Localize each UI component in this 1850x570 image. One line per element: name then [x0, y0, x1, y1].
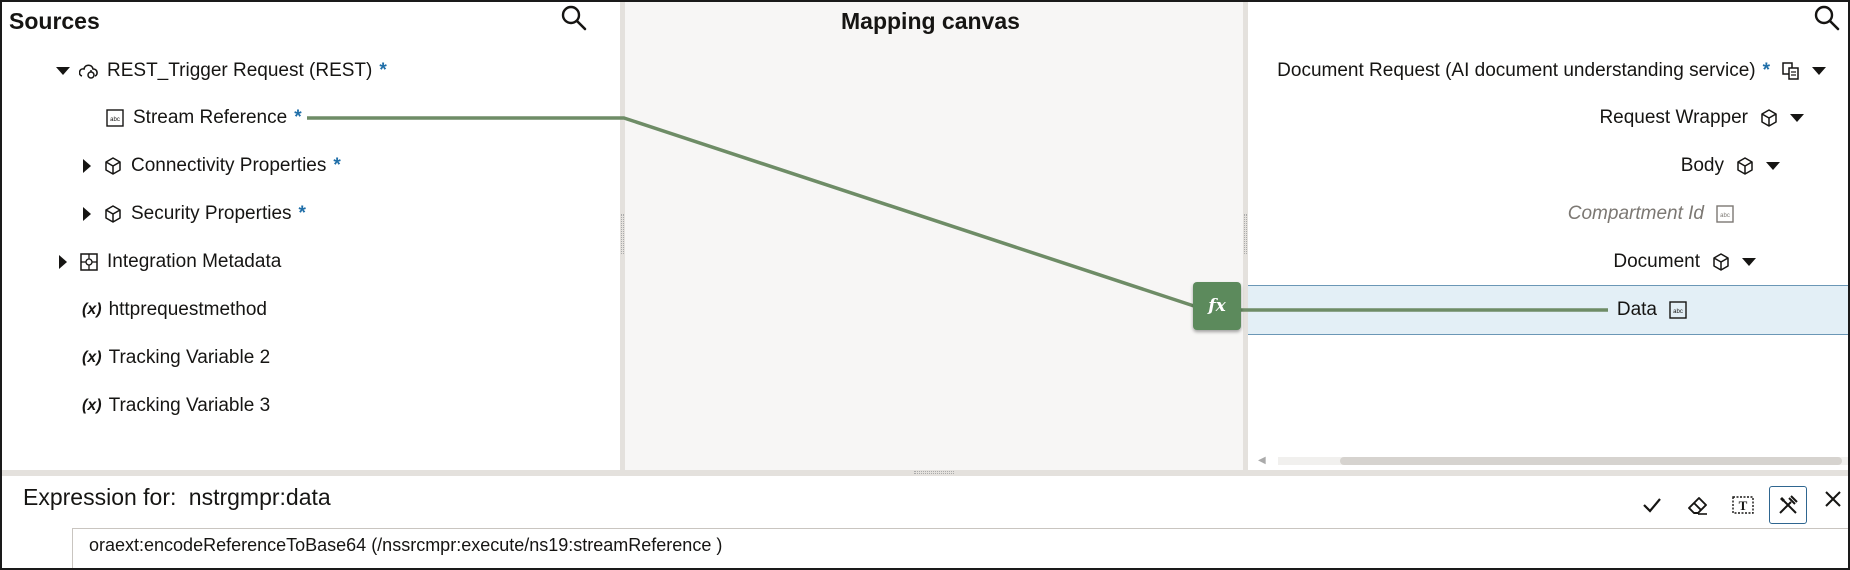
text-icon[interactable]: T — [1724, 486, 1762, 524]
svg-text:abc: abc — [1673, 309, 1683, 315]
rest-icon — [78, 60, 100, 82]
close-icon[interactable] — [1814, 480, 1848, 518]
caret-down-icon[interactable] — [1786, 113, 1808, 123]
svg-text:abc: abc — [110, 117, 120, 123]
source-row-stream-reference[interactable]: abc Stream Reference * — [78, 103, 302, 133]
mapping-canvas[interactable]: Mapping canvas — [625, 2, 1243, 470]
target-label: Document Request (AI document understand… — [1277, 60, 1756, 81]
function-node[interactable]: fx — [1193, 282, 1241, 330]
object-icon — [102, 155, 124, 177]
sources-title: Sources — [9, 8, 100, 34]
string-icon: abc — [1714, 203, 1736, 225]
source-label: httprequestmethod — [108, 299, 268, 320]
source-row-rest-trigger[interactable]: REST_Trigger Request (REST) * — [52, 56, 387, 86]
expand-icon[interactable] — [52, 255, 74, 269]
sources-panel: Sources REST_Trigger Request (REST) * ab… — [2, 2, 620, 470]
metadata-icon — [78, 251, 100, 273]
string-icon: abc — [1667, 299, 1689, 321]
variable-icon: (x) — [82, 301, 102, 318]
scroll-left-icon[interactable]: ◀ — [1258, 455, 1266, 466]
target-label: Data — [1616, 299, 1657, 320]
target-row-data[interactable]: Data abc — [1617, 295, 1689, 325]
caret-down-icon[interactable] — [1808, 66, 1830, 76]
eraser-icon[interactable] — [1679, 486, 1717, 524]
required-marker: * — [298, 203, 306, 224]
expand-icon[interactable] — [76, 159, 98, 173]
source-label: Integration Metadata — [107, 251, 282, 272]
required-marker: * — [1762, 60, 1770, 81]
svg-text:T: T — [1739, 498, 1748, 513]
expression-target: nstrgmpr:data — [188, 484, 331, 510]
target-row-document[interactable]: Document — [1613, 247, 1760, 277]
required-marker: * — [333, 155, 341, 176]
mapper-window: Sources REST_Trigger Request (REST) * ab… — [0, 0, 1850, 570]
target-row-body[interactable]: Body — [1681, 151, 1784, 181]
expression-panel: Expression for: nstrgmpr:data T oraext:e… — [2, 476, 1848, 568]
target-label: Request Wrapper — [1599, 107, 1748, 128]
svg-text:abc: abc — [1720, 213, 1730, 219]
target-row-request-wrapper[interactable]: Request Wrapper — [1599, 103, 1808, 133]
object-icon — [1734, 155, 1756, 177]
target-label: Body — [1680, 155, 1724, 176]
schema-icon[interactable] — [1780, 60, 1802, 82]
target-horizontal-scrollbar[interactable]: ◀ — [1248, 453, 1848, 467]
variable-icon: (x) — [82, 397, 102, 414]
source-label: REST_Trigger Request (REST) — [107, 60, 373, 81]
source-row-security-properties[interactable]: Security Properties * — [76, 199, 306, 229]
expression-editor[interactable]: oraext:encodeReferenceToBase64 (/nssrcmp… — [72, 528, 1848, 568]
source-label: Security Properties — [131, 203, 292, 224]
required-marker: * — [294, 107, 302, 128]
scrollbar-thumb[interactable] — [1340, 457, 1842, 465]
tools-icon[interactable] — [1769, 486, 1807, 524]
object-icon — [1758, 107, 1780, 129]
target-row-compartment-id[interactable]: Compartment Id abc — [1568, 199, 1736, 229]
source-row-tracking-variable-3[interactable]: (x) Tracking Variable 3 — [82, 391, 270, 421]
source-row-tracking-variable-2[interactable]: (x) Tracking Variable 2 — [82, 343, 270, 373]
expression-label: Expression for: — [23, 484, 177, 510]
source-label: Connectivity Properties — [131, 155, 327, 176]
expression-header: Expression for: nstrgmpr:data — [23, 484, 331, 511]
source-label: Tracking Variable 2 — [108, 347, 271, 368]
target-search-icon[interactable] — [1813, 4, 1841, 32]
required-marker: * — [379, 60, 387, 81]
target-panel: Document Request (AI document understand… — [1248, 2, 1848, 470]
target-label: Document — [1613, 251, 1700, 272]
source-label: Stream Reference — [133, 107, 288, 128]
sources-search-icon[interactable] — [560, 4, 588, 32]
source-label: Tracking Variable 3 — [108, 395, 271, 416]
source-row-integration-metadata[interactable]: Integration Metadata — [52, 247, 281, 277]
target-label: Compartment Id — [1567, 203, 1704, 224]
object-icon — [102, 203, 124, 225]
caret-down-icon[interactable] — [1762, 161, 1784, 171]
caret-down-icon[interactable] — [1738, 257, 1760, 267]
selected-row-highlight — [1248, 285, 1848, 335]
expand-icon[interactable] — [76, 207, 98, 221]
check-icon[interactable] — [1633, 486, 1671, 524]
source-row-httprequestmethod[interactable]: (x) httprequestmethod — [82, 295, 267, 325]
source-row-connectivity-properties[interactable]: Connectivity Properties * — [76, 151, 341, 181]
object-icon — [1710, 251, 1732, 273]
variable-icon: (x) — [82, 349, 102, 366]
target-row-document-request[interactable]: Document Request (AI document understand… — [1277, 56, 1830, 86]
collapse-icon[interactable] — [52, 66, 74, 76]
function-icon: fx — [1208, 296, 1226, 316]
string-icon: abc — [104, 107, 126, 129]
canvas-title: Mapping canvas — [841, 8, 1020, 34]
